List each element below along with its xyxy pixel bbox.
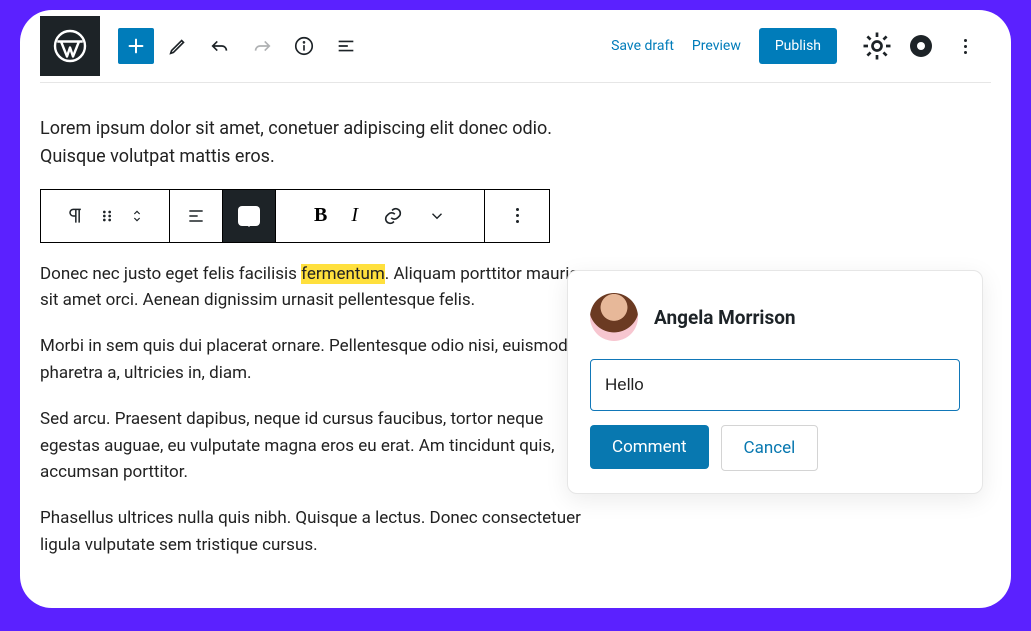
vertical-ellipsis-icon — [964, 36, 967, 57]
comment-tool-button[interactable] — [223, 190, 276, 242]
link-icon[interactable] — [382, 205, 404, 227]
preview-link[interactable]: Preview — [692, 38, 741, 54]
bold-button[interactable]: B — [314, 204, 327, 227]
align-button[interactable] — [170, 190, 223, 242]
outline-icon — [335, 35, 357, 57]
paragraph-block[interactable]: Donec nec justo eget felis facilisis fer… — [40, 261, 590, 314]
info-icon — [293, 35, 315, 57]
chevron-down-icon[interactable] — [428, 207, 446, 225]
circle-dot-icon — [910, 35, 932, 57]
redo-icon — [251, 35, 273, 57]
pencil-icon — [167, 35, 189, 57]
comment-actions: Comment Cancel — [590, 425, 960, 471]
paragraph-block[interactable]: Morbi in sem quis dui placerat ornare. P… — [40, 333, 590, 386]
wordpress-icon — [52, 28, 88, 64]
block-more-button[interactable] — [485, 190, 549, 242]
comment-popover: Angela Morrison Comment Cancel — [567, 270, 983, 494]
comment-header: Angela Morrison — [590, 293, 960, 341]
wordpress-logo[interactable] — [40, 16, 100, 76]
avatar — [590, 293, 638, 341]
paragraph-block[interactable]: Sed arcu. Praesent dapibus, neque id cur… — [40, 406, 590, 485]
editor-window: Save draft Preview Publish Lorem ipsum d… — [20, 10, 1011, 608]
chat-bubble-icon — [238, 206, 260, 226]
drag-handle-icon[interactable] — [99, 206, 115, 226]
info-button[interactable] — [286, 28, 322, 64]
highlighted-text[interactable]: fermentum — [301, 264, 385, 284]
text-run: Donec nec justo eget felis facilisis — [40, 264, 301, 284]
intro-paragraph[interactable]: Lorem ipsum dolor sit amet, conetuer adi… — [40, 115, 600, 171]
italic-button[interactable]: I — [351, 204, 358, 227]
more-options-button[interactable] — [947, 28, 983, 64]
comment-cancel-button[interactable]: Cancel — [721, 425, 819, 471]
settings-button[interactable] — [859, 28, 895, 64]
save-draft-link[interactable]: Save draft — [611, 38, 674, 54]
gear-icon — [859, 28, 895, 64]
document-body: Donec nec justo eget felis facilisis fer… — [40, 261, 590, 558]
top-toolbar: Save draft Preview Publish — [40, 10, 991, 83]
align-left-icon — [186, 206, 206, 226]
redo-button[interactable] — [244, 28, 280, 64]
plus-icon — [125, 35, 147, 57]
vertical-ellipsis-icon — [516, 205, 519, 226]
edit-mode-button[interactable] — [160, 28, 196, 64]
jetpack-button[interactable] — [903, 28, 939, 64]
undo-icon — [209, 35, 231, 57]
outline-button[interactable] — [328, 28, 364, 64]
comment-user-name: Angela Morrison — [654, 306, 796, 329]
paragraph-block[interactable]: Phasellus ultrices nulla quis nibh. Quis… — [40, 505, 590, 558]
undo-button[interactable] — [202, 28, 238, 64]
add-block-button[interactable] — [118, 28, 154, 64]
move-updown-icon[interactable] — [129, 204, 145, 228]
paragraph-icon[interactable] — [65, 206, 85, 226]
comment-submit-button[interactable]: Comment — [590, 425, 709, 469]
publish-button[interactable]: Publish — [759, 28, 837, 64]
block-toolbar: B I — [40, 189, 550, 243]
comment-input[interactable] — [590, 359, 960, 411]
